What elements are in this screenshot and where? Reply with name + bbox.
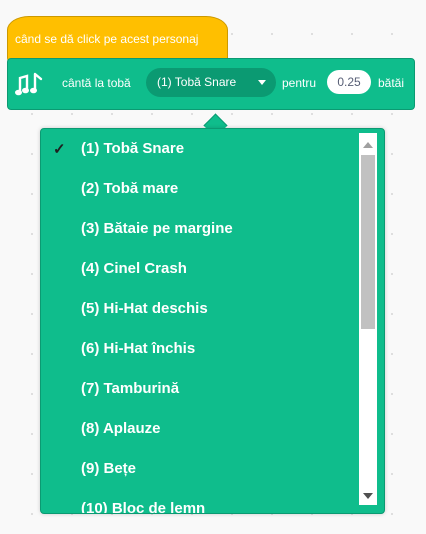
dropdown-arrow-icon [258,80,266,85]
menu-item-label: (6) Hi-Hat închis [81,340,196,357]
menu-item-hand-clap[interactable]: (8) Aplauze [41,409,356,449]
menu-item-side-stick[interactable]: (3) Bătaie pe margine [41,209,356,249]
scroll-down-arrow-icon[interactable] [363,493,373,499]
menu-item-label: (1) Tobă Snare [81,140,185,157]
menu-item-crash-cymbal[interactable]: (4) Cinel Crash [41,249,356,289]
menu-item-closed-hihat[interactable]: (6) Hi-Hat închis [41,329,356,369]
menu-item-label: (3) Bătaie pe margine [81,220,233,237]
menu-item-snare[interactable]: ✓ (1) Tobă Snare [41,129,356,169]
menu-item-label: (8) Aplauze [81,420,161,437]
drum-dropdown[interactable]: (1) Tobă Snare [146,68,276,97]
menu-item-label: (4) Cinel Crash [81,260,187,277]
menu-item-label: (5) Hi-Hat deschis [81,300,208,317]
beats-label: bătăi [378,76,405,90]
menu-item-label: (2) Tobă mare [81,180,179,197]
scroll-up-arrow-icon[interactable] [363,142,373,148]
menu-item-label: (10) Bloc de lemn [81,500,206,514]
menu-item-wood-block[interactable]: (10) Bloc de lemn [41,489,356,514]
music-note-icon [15,72,43,96]
for-label: pentru [282,76,317,90]
scrollbar-thumb[interactable] [361,155,375,329]
play-drum-label: cântă la tobă [62,76,131,90]
menu-item-bass-drum[interactable]: (2) Tobă mare [41,169,356,209]
menu-item-claves[interactable]: (9) Bețe [41,449,356,489]
check-icon: ✓ [53,141,66,158]
beats-input[interactable]: 0.25 [327,70,371,94]
drum-dropdown-menu[interactable]: ✓ (1) Tobă Snare (2) Tobă mare (3) Bătai… [40,128,385,514]
menu-item-label: (7) Tamburină [81,380,180,397]
menu-item-tambourine[interactable]: (7) Tamburină [41,369,356,409]
menu-item-open-hihat[interactable]: (5) Hi-Hat deschis [41,289,356,329]
hat-block-label: când se dă click pe acest personaj [15,32,199,46]
menu-item-label: (9) Bețe [81,460,137,477]
drum-dropdown-value: (1) Tobă Snare [157,75,237,89]
